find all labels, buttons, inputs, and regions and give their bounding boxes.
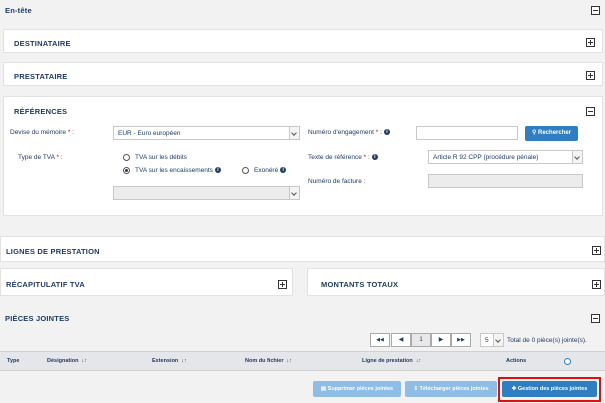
devise-label: Devise du mémoire * : — [10, 129, 74, 136]
tva-debits-radio[interactable] — [123, 154, 130, 161]
collapse-references-icon[interactable] — [586, 107, 595, 116]
info-icon: i — [280, 167, 287, 174]
page-size-select[interactable]: 5 — [480, 333, 504, 347]
type-tva-label: Type de TVA * : — [18, 154, 63, 161]
search-button[interactable]: ⚲ Rechercher — [525, 126, 578, 141]
panel-recap-tva: Récapitulatif TVA — [0, 268, 293, 296]
texte-ref-select-value: Article R 92 CPP (procédure pénale) — [433, 154, 539, 161]
download-attachments-button[interactable]: ⇩ Télécharger pièces jointes — [405, 381, 497, 397]
section-title-destinataire: Destinataire — [14, 39, 71, 48]
expand-recap-tva-icon[interactable] — [278, 280, 287, 289]
page-size-value: 5 — [485, 337, 489, 344]
column-header-designation[interactable]: Désignation ↓↑ — [47, 358, 87, 364]
column-header-ligne[interactable]: Ligne de prestation ↓↑ — [362, 358, 421, 364]
manage-attachments-button[interactable]: ✚ Gestion des pièces jointes — [502, 381, 597, 397]
panel-lignes: Lignes de prestation — [0, 236, 605, 262]
sort-icon: ↓↑ — [415, 358, 422, 364]
devise-select[interactable]: EUR - Euro européen — [113, 126, 300, 140]
section-title-lignes: Lignes de prestation — [6, 247, 100, 256]
texte-ref-select[interactable]: Article R 92 CPP (procédure pénale) — [428, 150, 583, 164]
info-icon: i — [383, 129, 390, 136]
next-page-button[interactable]: ▶ — [431, 333, 451, 347]
expand-destinataire-icon[interactable] — [586, 38, 595, 47]
section-title-entete: En-tête — [5, 6, 32, 15]
expand-lignes-icon[interactable] — [592, 246, 601, 255]
select-all-checkbox[interactable] — [564, 358, 571, 365]
engagement-input[interactable] — [416, 126, 518, 140]
column-header-extension[interactable]: Extension ↓↑ — [152, 358, 187, 364]
column-header-actions: Actions — [506, 358, 527, 364]
devise-select-value: EUR - Euro européen — [118, 130, 181, 137]
collapse-pieces-icon[interactable] — [591, 314, 600, 323]
sort-icon: ↓↑ — [81, 358, 87, 364]
panel-montants: Montants totaux — [307, 268, 605, 296]
panel-prestataire: Prestataire — [3, 62, 603, 86]
plus-icon: ✚ — [511, 386, 517, 392]
chevron-down-icon — [572, 151, 582, 163]
total-count-text: Total de 0 pièce(s) jointe(s). — [507, 337, 587, 344]
section-title-recap-tva: Récapitulatif TVA — [6, 280, 85, 289]
tva-encaissements-radio[interactable] — [123, 167, 130, 174]
texte-ref-label: Texte de référence * :i — [308, 154, 378, 161]
chevron-down-icon — [493, 334, 503, 346]
tva-extra-select[interactable] — [113, 186, 300, 200]
download-icon: ⇩ — [413, 386, 418, 392]
info-icon: i — [371, 154, 378, 161]
tva-debits-label: TVA sur les débits — [135, 154, 187, 161]
trash-icon: ▤ — [320, 386, 327, 392]
last-page-button[interactable]: ▶▶ — [451, 333, 471, 347]
panel-destinataire: Destinataire — [3, 29, 603, 53]
column-header-nom-fichier[interactable]: Nom du fichier ↓↑ — [245, 358, 292, 364]
tva-exonere-label: Exonéré i — [254, 167, 287, 174]
tva-exonere-radio[interactable] — [242, 167, 249, 174]
info-icon: i — [214, 167, 221, 174]
prev-page-button[interactable]: ◀ — [391, 333, 411, 347]
sort-icon: ↓↑ — [181, 358, 187, 364]
column-header-type[interactable]: Type — [7, 358, 19, 364]
section-title-montants: Montants totaux — [321, 280, 399, 289]
expand-montants-icon[interactable] — [592, 280, 601, 289]
section-title-prestataire: Prestataire — [14, 72, 68, 81]
section-title-references: Références — [14, 107, 68, 116]
sort-icon: ↓↑ — [286, 358, 293, 364]
collapse-entete-icon[interactable] — [591, 6, 600, 15]
facture-input[interactable] — [428, 174, 583, 188]
chevron-down-icon — [289, 187, 299, 199]
delete-attachments-button[interactable]: ▤ Supprimer pièces jointes — [313, 381, 401, 397]
search-icon: ⚲ — [531, 130, 537, 136]
section-title-pieces: Pièces jointes — [5, 314, 70, 323]
facture-label: Numéro de facture : — [308, 178, 366, 185]
chevron-down-icon — [289, 127, 299, 139]
tva-encaissements-label: TVA sur les encaissements i — [135, 167, 221, 174]
first-page-button[interactable]: ◀◀ — [370, 333, 390, 347]
engagement-label: Numéro d'engagement * :i — [308, 129, 390, 136]
current-page[interactable]: 1 — [411, 333, 431, 347]
expand-prestataire-icon[interactable] — [586, 71, 595, 80]
